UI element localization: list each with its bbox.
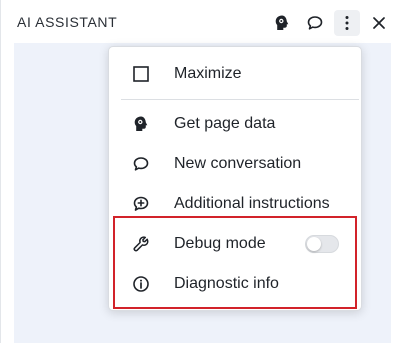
more-vertical-icon[interactable] [334, 10, 360, 36]
maximize-square-icon [131, 64, 151, 84]
menu-item-label: New conversation [174, 155, 302, 172]
menu-item-get-page-data[interactable]: Get page data [109, 107, 361, 141]
chat-bubble-icon [131, 154, 151, 174]
menu-item-maximize[interactable]: Maximize [109, 57, 361, 91]
menu-item-label: Additional instructions [174, 195, 330, 212]
menu-item-label: Get page data [174, 115, 276, 132]
debug-mode-toggle[interactable] [305, 235, 339, 253]
menu-divider [121, 99, 359, 100]
wrench-icon [131, 234, 151, 254]
menu-item-new-conversation[interactable]: New conversation [109, 147, 361, 181]
menu-item-debug-mode[interactable]: Debug mode [109, 227, 361, 261]
close-icon[interactable] [366, 10, 392, 36]
menu-item-label: Debug mode [174, 235, 266, 252]
ai-assistant-panel: AI ASSISTANT Maximize Get page data New … [0, 0, 399, 343]
info-icon [131, 274, 151, 294]
menu-item-additional-instructions[interactable]: Additional instructions [109, 187, 361, 221]
more-options-menu: Maximize Get page data New conversation [108, 46, 362, 311]
menu-item-diagnostic-info[interactable]: Diagnostic info [109, 267, 361, 301]
chat-bubble-icon[interactable] [302, 10, 328, 36]
chat-plus-icon [131, 194, 151, 214]
brain-icon[interactable] [269, 10, 295, 36]
panel-header: AI ASSISTANT [1, 0, 399, 45]
toggle-knob [307, 237, 321, 251]
brain-icon [131, 114, 151, 134]
menu-item-label: Diagnostic info [174, 275, 279, 292]
panel-title: AI ASSISTANT [17, 14, 118, 30]
menu-item-label: Maximize [174, 65, 242, 82]
